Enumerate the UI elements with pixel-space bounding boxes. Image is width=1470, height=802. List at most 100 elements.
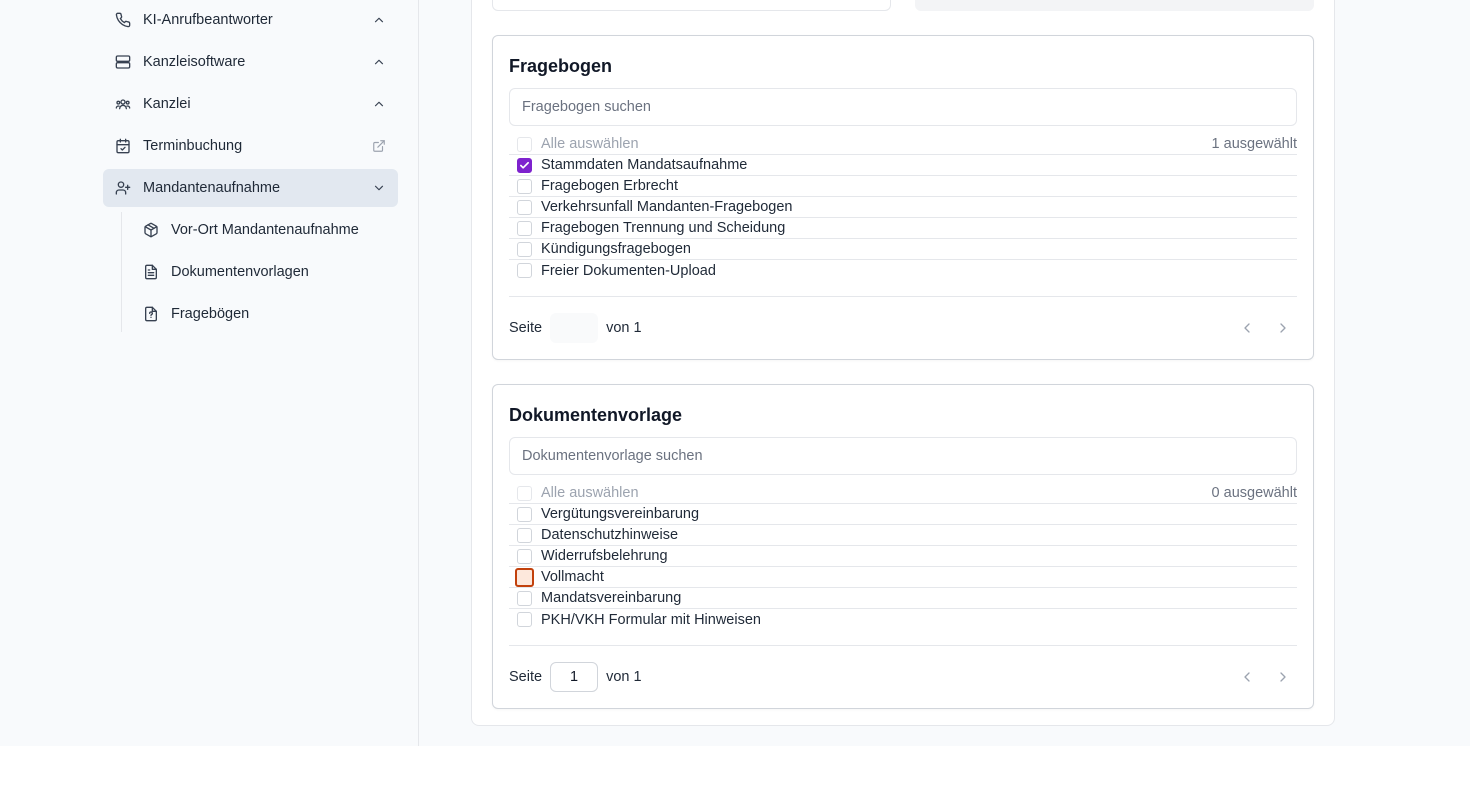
- item-label: Vergütungsvereinbarung: [541, 506, 700, 522]
- fragebogen-list: Alle auswählen 1 ausgewählt Stammdaten M…: [509, 134, 1297, 281]
- sidebar-item-label: Kanzleisoftware: [143, 54, 246, 70]
- sidebar-item-kanzlei[interactable]: Kanzlei: [103, 85, 398, 123]
- chevron-right-icon[interactable]: [1275, 669, 1291, 685]
- package-icon: [143, 222, 159, 238]
- select-all-label: Alle auswählen: [541, 485, 639, 501]
- select-all-row[interactable]: Alle auswählen 0 ausgewählt: [509, 483, 1297, 504]
- sidebar-subitem-vor-ort-mandantenaufnahme[interactable]: Vor-Ort Mandantenaufnahme: [131, 213, 391, 247]
- server-icon: [115, 54, 131, 70]
- item-label: Vollmacht: [541, 569, 604, 585]
- selected-count: 1 ausgewählt: [1211, 136, 1297, 152]
- item-label: Fragebogen Trennung und Scheidung: [541, 220, 786, 236]
- item-checkbox[interactable]: [517, 612, 532, 627]
- list-item[interactable]: Datenschutzhinweise: [509, 525, 1297, 546]
- item-checkbox[interactable]: [517, 527, 532, 543]
- sidebar-subitem-label: Fragebögen: [171, 306, 250, 322]
- user-plus-icon: [115, 180, 131, 196]
- external-link-icon: [372, 139, 386, 153]
- sidebar-item-terminbuchung[interactable]: Terminbuchung: [103, 127, 398, 165]
- select-all-checkbox[interactable]: [517, 485, 532, 501]
- item-label: Widerrufsbelehrung: [541, 548, 668, 564]
- sidebar-item-kanzleisoftware[interactable]: Kanzleisoftware: [103, 43, 398, 81]
- item-checkbox[interactable]: [517, 241, 532, 257]
- pagination: Seite von 1: [509, 312, 1297, 344]
- sidebar-item-label: Terminbuchung: [143, 138, 243, 154]
- item-label: Kündigungsfragebogen: [541, 241, 691, 257]
- sidebar-item-ki-anrufbeantworter[interactable]: KI-Anrufbeantworter: [103, 1, 398, 39]
- item-label: Freier Dokumenten-Upload: [541, 262, 716, 279]
- item-checkbox[interactable]: [517, 157, 532, 173]
- list-item[interactable]: Vergütungsvereinbarung: [509, 504, 1297, 525]
- item-label: Datenschutzhinweise: [541, 527, 679, 543]
- list-item[interactable]: Mandatsvereinbarung: [509, 588, 1297, 609]
- dokumentenvorlage-search-input[interactable]: [509, 437, 1297, 475]
- pagination: Seite von 1: [509, 661, 1297, 693]
- sidebar-item-mandantenaufnahme[interactable]: Mandantenaufnahme: [103, 169, 398, 207]
- chevron-left-icon[interactable]: [1239, 669, 1255, 685]
- sidebar-subitem-label: Vor-Ort Mandantenaufnahme: [171, 222, 359, 238]
- chevron-up-icon: [372, 55, 386, 69]
- page-label: Seite: [509, 320, 543, 336]
- select-all-checkbox[interactable]: [517, 136, 532, 152]
- item-label: Fragebogen Erbrecht: [541, 178, 679, 194]
- dokumentenvorlage-title: Dokumentenvorlage: [509, 405, 683, 425]
- sidebar: KI-Anrufbeantworter Kanzleisoftware Kanz…: [0, 0, 419, 746]
- page-number-input[interactable]: [550, 313, 599, 343]
- file-question-icon: [143, 306, 159, 322]
- list-item[interactable]: Fragebogen Erbrecht: [509, 176, 1297, 197]
- pager-controls: [1239, 669, 1291, 685]
- file-text-icon: [143, 264, 159, 280]
- page-label: Seite: [509, 669, 543, 685]
- item-checkbox[interactable]: [517, 590, 532, 606]
- chevron-up-icon: [372, 13, 386, 27]
- phone-icon: [115, 12, 131, 28]
- list-item[interactable]: Stammdaten Mandatsaufnahme: [509, 155, 1297, 176]
- page-of-label: von 1: [606, 669, 642, 685]
- fragebogen-search-input[interactable]: [509, 88, 1297, 126]
- item-label: Verkehrsunfall Mandanten-Fragebogen: [541, 199, 793, 215]
- item-label: Mandatsvereinbarung: [541, 590, 682, 606]
- list-item[interactable]: Widerrufsbelehrung: [509, 546, 1297, 567]
- sidebar-item-label: Kanzlei: [143, 96, 191, 112]
- main-content: Fragebogen Alle auswählen 1 ausgewählt S…: [420, 0, 1470, 746]
- app-window: KI-Anrufbeantworter Kanzleisoftware Kanz…: [0, 0, 1470, 746]
- submenu-guide-line: [121, 212, 122, 332]
- top-disabled-field: [915, 0, 1314, 11]
- fragebogen-card: Fragebogen Alle auswählen 1 ausgewählt S…: [492, 35, 1314, 360]
- calendar-check-icon: [115, 138, 131, 154]
- item-checkbox[interactable]: [517, 220, 532, 236]
- item-checkbox[interactable]: [517, 506, 532, 522]
- list-item[interactable]: PKH/VKH Formular mit Hinweisen: [509, 609, 1297, 630]
- sidebar-subitem-dokumentenvorlagen[interactable]: Dokumentenvorlagen: [131, 255, 391, 289]
- dokumentenvorlage-list: Alle auswählen 0 ausgewählt Vergütungsve…: [509, 483, 1297, 630]
- sidebar-subitem-label: Dokumentenvorlagen: [171, 264, 309, 280]
- top-input-field[interactable]: [492, 0, 891, 11]
- pager-controls: [1239, 320, 1291, 336]
- chevron-right-icon[interactable]: [1275, 320, 1291, 336]
- sidebar-subitem-frageboegen[interactable]: Fragebögen: [131, 297, 391, 331]
- selected-count: 0 ausgewählt: [1211, 485, 1297, 501]
- item-checkbox[interactable]: [517, 178, 532, 194]
- chevron-down-icon: [372, 181, 386, 195]
- item-label: PKH/VKH Formular mit Hinweisen: [541, 611, 761, 628]
- divider: [509, 645, 1297, 646]
- item-checkbox-focused[interactable]: [515, 567, 534, 587]
- select-all-row[interactable]: Alle auswählen 1 ausgewählt: [509, 134, 1297, 155]
- list-item[interactable]: Vollmacht: [509, 567, 1297, 588]
- list-item[interactable]: Kündigungsfragebogen: [509, 239, 1297, 260]
- item-checkbox[interactable]: [517, 263, 532, 278]
- list-item[interactable]: Freier Dokumenten-Upload: [509, 260, 1297, 281]
- chevron-left-icon[interactable]: [1239, 320, 1255, 336]
- chevron-up-icon: [372, 97, 386, 111]
- item-checkbox[interactable]: [517, 199, 532, 215]
- select-all-label: Alle auswählen: [541, 136, 639, 152]
- sidebar-item-label: Mandantenaufnahme: [143, 180, 281, 196]
- users-icon: [115, 96, 131, 112]
- list-item[interactable]: Verkehrsunfall Mandanten-Fragebogen: [509, 197, 1297, 218]
- list-item[interactable]: Fragebogen Trennung und Scheidung: [509, 218, 1297, 239]
- check-icon: [520, 161, 529, 169]
- dokumentenvorlage-card: Dokumentenvorlage Alle auswählen 0 ausge…: [492, 384, 1314, 709]
- item-checkbox[interactable]: [517, 548, 532, 564]
- page-number-input[interactable]: [550, 662, 599, 692]
- divider: [509, 296, 1297, 297]
